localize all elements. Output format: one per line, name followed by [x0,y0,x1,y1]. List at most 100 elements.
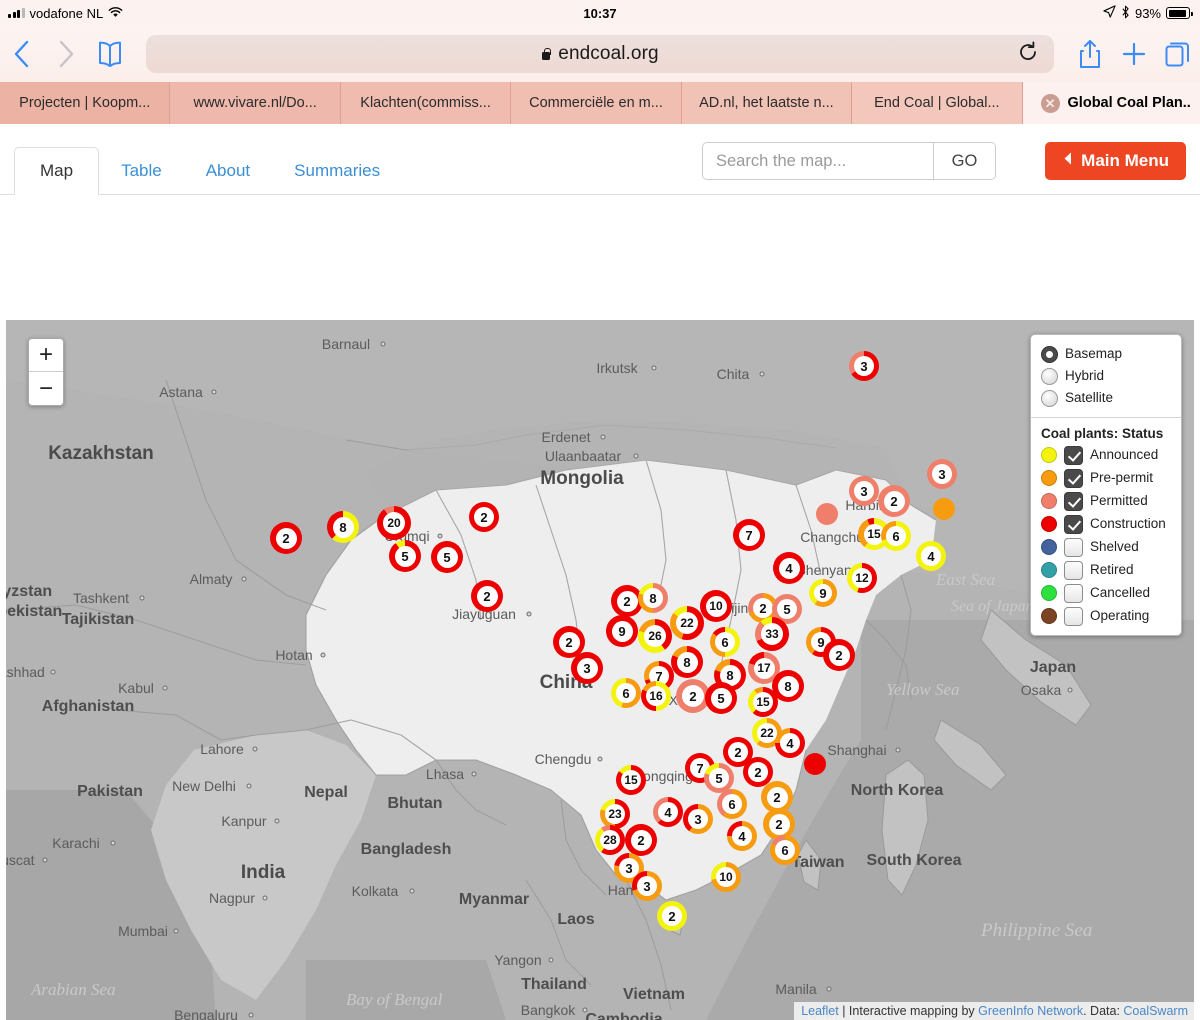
cluster-marker[interactable]: 33 [755,617,789,651]
cluster-marker[interactable]: 7 [733,519,765,551]
checkbox-icon[interactable] [1064,537,1083,557]
cluster-marker[interactable]: 3 [683,804,713,834]
cluster-marker[interactable]: 2 [469,502,499,532]
cluster-marker[interactable]: 10 [700,590,732,622]
cluster-marker[interactable]: 22 [670,606,704,640]
cluster-marker[interactable]: 15 [748,687,778,717]
cluster-marker[interactable]: 9 [809,579,837,607]
cluster-marker[interactable]: 2 [270,522,302,554]
cluster-marker[interactable]: 5 [389,540,421,572]
browser-tab[interactable]: Commerciële en m... [511,82,682,124]
cluster-marker[interactable]: 9 [606,615,638,647]
cluster-marker[interactable]: 4 [727,821,757,851]
checkbox-icon[interactable] [1064,514,1083,534]
cluster-marker[interactable]: 6 [611,678,641,708]
cluster-marker[interactable]: 3 [571,652,603,684]
tab-map[interactable]: Map [14,147,100,195]
browser-tab-active[interactable]: ✕ Global Coal Plan... [1022,82,1200,124]
cluster-marker-count: 10 [716,867,736,887]
cluster-marker[interactable]: 8 [671,646,703,678]
cluster-marker[interactable]: 5 [705,682,737,714]
browser-tab[interactable]: www.vivare.nl/Do... [170,82,341,124]
leaflet-map[interactable]: East Sea Sea of Japan Yellow Sea Philippine… [6,320,1194,1020]
cluster-marker[interactable]: 4 [653,797,683,827]
browser-tab[interactable]: Klachten(commiss... [340,82,512,124]
cluster-marker[interactable]: 2 [657,901,687,931]
cluster-marker[interactable]: 28 [595,825,625,855]
greeninfo-link[interactable]: GreenInfo Network [978,1004,1083,1018]
leaflet-link[interactable]: Leaflet [801,1004,839,1018]
close-icon[interactable]: ✕ [1040,93,1060,113]
bookmarks-button[interactable] [88,32,132,76]
tab-summaries[interactable]: Summaries [272,148,402,194]
plant-marker[interactable] [816,503,838,525]
cluster-marker[interactable]: 6 [717,789,747,819]
main-menu-button[interactable]: Main Menu [1045,142,1186,180]
cluster-marker[interactable]: 4 [773,552,805,584]
radio-icon[interactable] [1041,345,1058,363]
coalswarm-link[interactable]: CoalSwarm [1123,1004,1188,1018]
basemap-option-basemap[interactable]: Basemap [1041,343,1171,365]
basemap-option-hybrid[interactable]: Hybrid [1041,365,1171,387]
tab-about[interactable]: About [184,148,272,194]
cluster-marker[interactable]: 4 [775,728,805,758]
cluster-marker[interactable]: 3 [849,351,879,381]
cluster-marker[interactable]: 8 [327,511,359,543]
zoom-out-button[interactable]: − [29,372,63,405]
checkbox-icon[interactable] [1064,445,1083,465]
cluster-marker[interactable]: 2 [878,485,910,517]
reload-button[interactable] [1018,41,1038,68]
cluster-marker[interactable]: 20 [377,506,411,540]
show-tabs-button[interactable] [1156,32,1200,76]
cluster-marker[interactable]: 3 [849,476,879,506]
status-filter-operating[interactable]: Operating [1041,605,1171,628]
checkbox-icon[interactable] [1064,468,1083,488]
cluster-marker[interactable]: 12 [847,563,877,593]
cluster-marker[interactable]: 8 [638,583,668,613]
status-filter-construction[interactable]: Construction [1041,513,1171,536]
tab-table[interactable]: Table [99,148,184,194]
cluster-marker[interactable]: 4 [916,541,946,571]
forward-button[interactable] [44,32,88,76]
checkbox-icon[interactable] [1064,606,1083,626]
checkbox-icon[interactable] [1064,583,1083,603]
cluster-marker[interactable]: 2 [625,824,657,856]
cluster-marker[interactable]: 5 [431,541,463,573]
checkbox-icon[interactable] [1064,560,1083,580]
cluster-marker[interactable]: 3 [927,459,957,489]
basemap-option-satellite[interactable]: Satellite [1041,387,1171,409]
share-button[interactable] [1068,32,1112,76]
status-filter-announced[interactable]: Announced [1041,444,1171,467]
cluster-marker[interactable]: 6 [770,835,800,865]
search-input[interactable] [703,143,933,179]
cluster-marker[interactable]: 10 [711,862,741,892]
cluster-marker[interactable]: 23 [600,799,630,829]
cluster-marker[interactable]: 16 [641,681,671,711]
cluster-marker[interactable]: 26 [638,619,672,653]
back-button[interactable] [0,32,44,76]
address-bar[interactable]: endcoal.org [146,35,1054,73]
zoom-in-button[interactable]: + [29,339,63,372]
plant-marker[interactable] [933,498,955,520]
cluster-marker[interactable]: 2 [471,580,503,612]
status-filter-pre-permit[interactable]: Pre-permit [1041,467,1171,490]
browser-tab[interactable]: AD.nl, het laatste n... [681,82,853,124]
radio-icon[interactable] [1041,367,1058,385]
status-filter-retired[interactable]: Retired [1041,559,1171,582]
browser-tab[interactable]: Projecten | Koopm... [0,82,171,124]
plant-marker[interactable] [804,753,826,775]
checkbox-icon[interactable] [1064,491,1083,511]
cluster-marker[interactable]: 2 [823,639,855,671]
new-tab-button[interactable] [1112,32,1156,76]
cluster-marker[interactable]: 15 [616,765,646,795]
cluster-marker[interactable]: 6 [710,627,740,657]
browser-tab[interactable]: End Coal | Global... [852,82,1023,124]
status-filter-shelved[interactable]: Shelved [1041,536,1171,559]
search-go-button[interactable]: GO [933,143,995,179]
zoom-control: + − [28,338,64,406]
status-filter-cancelled[interactable]: Cancelled [1041,582,1171,605]
cluster-marker[interactable]: 6 [881,521,911,551]
status-filter-permitted[interactable]: Permitted [1041,490,1171,513]
cluster-marker[interactable]: 3 [632,871,662,901]
radio-icon[interactable] [1041,390,1058,408]
